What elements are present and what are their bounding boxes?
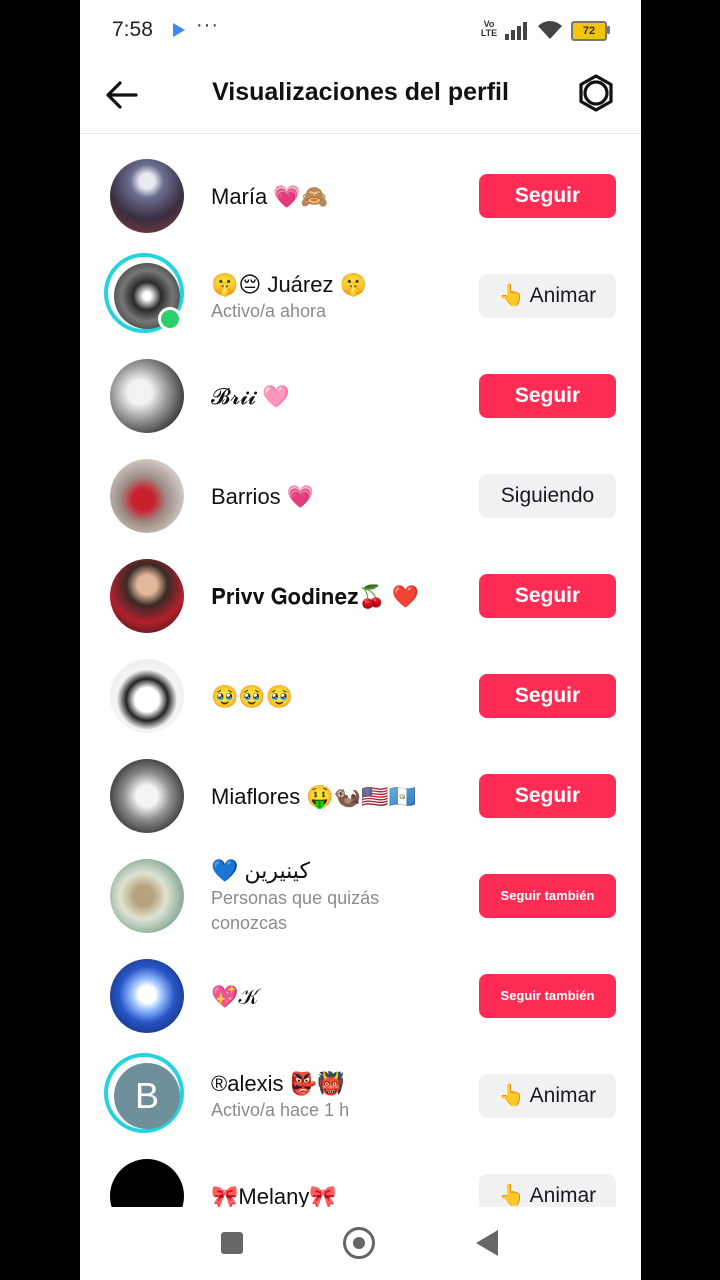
viewer-list: María 💗🙈 Seguir 🤫😔 Juárez 🤫 Activo/a aho… (80, 134, 641, 1207)
list-item[interactable]: Barrios 💗 Siguiendo (80, 434, 641, 534)
system-navigation-bar (80, 1207, 641, 1280)
user-name[interactable]: 𝐏𝐫𝐢𝐯𝐯 𝐆𝐨𝐝𝐢𝐧𝐞𝐳🍒 ❤️ (211, 584, 419, 610)
avatar[interactable] (110, 859, 184, 933)
avatar[interactable] (110, 359, 184, 433)
follow-button[interactable]: Seguir (479, 174, 616, 218)
avatar-initial[interactable]: B (114, 1063, 180, 1129)
list-item[interactable]: 💙 كينيرين Personas que quizás conozcas S… (80, 834, 641, 934)
user-name[interactable]: 𝓑𝓻𝓲𝓲 🩷 (211, 384, 290, 410)
list-item[interactable]: 💖𝒦 Seguir también (80, 934, 641, 1034)
signal-icon (505, 22, 531, 40)
battery-tip (607, 26, 610, 34)
volte-indicator: Vo LTE (480, 19, 498, 38)
follow-button[interactable]: Seguir (479, 774, 616, 818)
home-icon-inner (353, 1237, 365, 1249)
page-title: Visualizaciones del perfil (212, 78, 509, 106)
activity-status: Activo/a hace 1 h (211, 1100, 350, 1120)
list-item[interactable]: B ®alexis 👺👹 Activo/a hace 1 h 👆 Animar (80, 1034, 641, 1134)
avatar[interactable] (110, 559, 184, 633)
user-name[interactable]: 🥹🥹🥹 (211, 684, 293, 710)
header: Visualizaciones del perfil (80, 60, 641, 134)
list-item[interactable]: 🥹🥹🥹 Seguir (80, 634, 641, 734)
wifi-icon (538, 21, 562, 39)
more-notifications-icon: ··· (196, 14, 219, 36)
avatar-container[interactable] (110, 859, 184, 933)
poke-button[interactable]: 👆 Animar (479, 1074, 616, 1118)
home-icon[interactable] (343, 1227, 375, 1259)
avatar-container[interactable] (110, 459, 184, 533)
avatar[interactable] (110, 959, 184, 1033)
following-button[interactable]: Siguiendo (479, 474, 616, 518)
list-item[interactable]: 🎀Melany🎀 👆 Animar (80, 1134, 641, 1207)
status-time: 7:58 (112, 18, 153, 41)
avatar-container[interactable] (110, 359, 184, 433)
avatar-container[interactable] (110, 159, 184, 233)
avatar-container[interactable]: B (104, 1053, 184, 1133)
user-name[interactable]: Barrios 💗 (211, 484, 314, 510)
online-indicator (158, 307, 182, 331)
list-item[interactable]: 𝐏𝐫𝐢𝐯𝐯 𝐆𝐨𝐝𝐢𝐧𝐞𝐳🍒 ❤️ Seguir (80, 534, 641, 634)
avatar-container[interactable] (110, 559, 184, 633)
follow-back-button[interactable]: Seguir también (479, 974, 616, 1018)
list-item[interactable]: María 💗🙈 Seguir (80, 134, 641, 234)
user-name[interactable]: 🤫😔 Juárez 🤫 (211, 272, 367, 298)
battery-icon: 72 (571, 21, 607, 41)
user-name[interactable]: 💙 كينيرين (211, 858, 310, 884)
avatar-container[interactable] (110, 659, 184, 733)
user-name[interactable]: Miaflores 🤑🦦🇺🇸🇬🇹 (211, 784, 416, 810)
user-name[interactable]: 🎀Melany🎀 (211, 1184, 337, 1207)
activity-status: Activo/a ahora (211, 301, 327, 321)
avatar[interactable] (110, 1159, 184, 1207)
recent-apps-icon[interactable] (221, 1232, 243, 1254)
list-item[interactable]: 🤫😔 Juárez 🤫 Activo/a ahora 👆 Animar (80, 234, 641, 334)
user-name[interactable]: 💖𝒦 (211, 984, 259, 1010)
avatar[interactable] (110, 759, 184, 833)
follow-back-button[interactable]: Seguir también (479, 874, 616, 918)
avatar-container[interactable] (110, 959, 184, 1033)
follow-button[interactable]: Seguir (479, 374, 616, 418)
avatar-container[interactable] (110, 759, 184, 833)
avatar[interactable] (110, 659, 184, 733)
battery-level: 72 (582, 25, 596, 37)
follow-button[interactable]: Seguir (479, 574, 616, 618)
system-back-icon[interactable] (476, 1230, 498, 1256)
follow-button[interactable]: Seguir (479, 674, 616, 718)
user-name[interactable]: ®alexis 👺👹 (211, 1071, 344, 1097)
settings-gear-icon[interactable] (576, 73, 616, 113)
poke-button[interactable]: 👆 Animar (479, 1174, 616, 1207)
play-store-icon (173, 23, 185, 37)
user-name[interactable]: María 💗🙈 (211, 184, 328, 210)
list-item[interactable]: Miaflores 🤑🦦🇺🇸🇬🇹 Seguir (80, 734, 641, 834)
poke-button[interactable]: 👆 Animar (479, 274, 616, 318)
app-screen: 7:58 ··· Vo LTE 72 Visualizaciones del p… (80, 0, 641, 1280)
avatar[interactable] (110, 159, 184, 233)
avatar-container[interactable] (110, 1159, 184, 1207)
avatar-container[interactable] (104, 253, 184, 333)
avatar[interactable] (110, 459, 184, 533)
suggestion-reason: Personas que quizás conozcas (211, 888, 380, 933)
status-bar: 7:58 ··· Vo LTE 72 (80, 0, 641, 60)
list-item[interactable]: 𝓑𝓻𝓲𝓲 🩷 Seguir (80, 334, 641, 434)
